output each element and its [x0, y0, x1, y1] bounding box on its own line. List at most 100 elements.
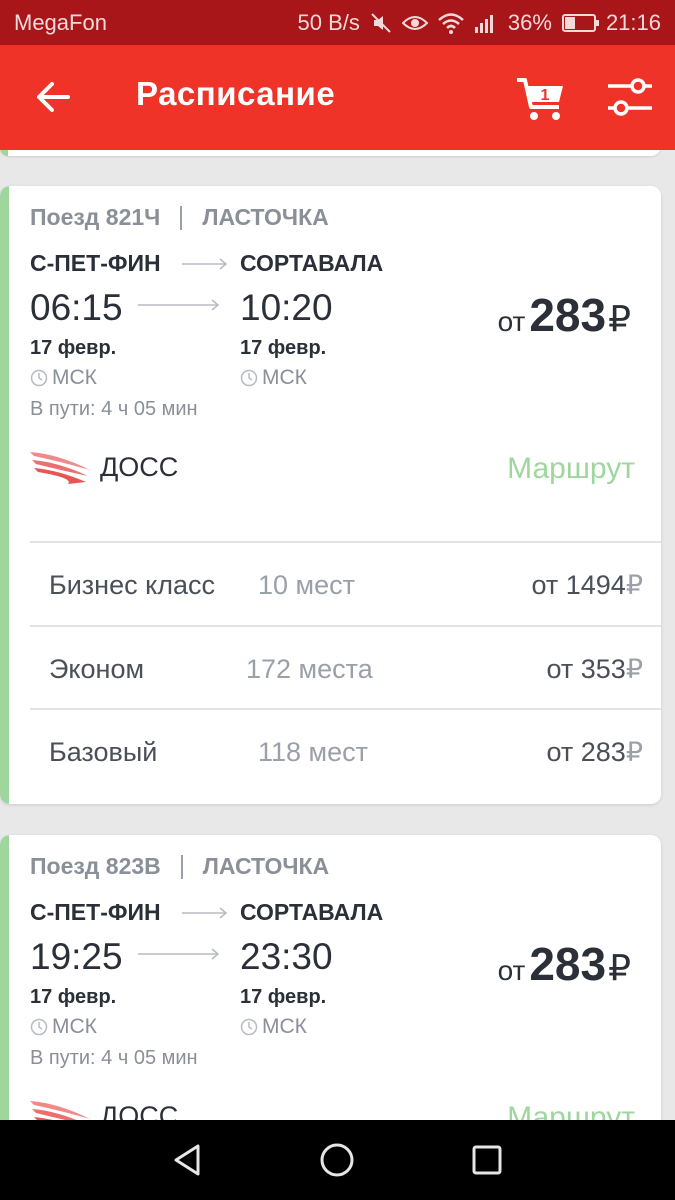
carrier-name: ДОСС — [100, 452, 179, 482]
arrival-station: СОРТАВАЛА — [240, 899, 384, 925]
train-type: ЛАСТОЧКА — [202, 204, 329, 230]
sliders-icon — [608, 78, 652, 116]
class-name: Эконом — [49, 654, 145, 684]
travel-duration: В пути: 4 ч 05 мин — [30, 398, 198, 420]
class-seats: 118 мест — [258, 737, 368, 767]
departure-date: 17 февр. — [30, 337, 117, 359]
clock-icon — [30, 1018, 48, 1036]
class-price: от 283₽ — [546, 737, 643, 768]
card-accent — [0, 186, 9, 804]
cart-icon: 1 — [517, 78, 563, 120]
clock-icon — [240, 369, 258, 387]
app-toolbar: Расписание 1 — [0, 45, 675, 150]
currency-symbol: ₽ — [625, 570, 643, 600]
arrival-date: 17 февр. — [240, 337, 327, 359]
price-value: 283 — [529, 938, 607, 990]
class-price-value: от 1494 — [531, 570, 626, 600]
min-price: от 283 ₽ — [498, 937, 631, 991]
train-card[interactable]: Поезд 821Ч ЛАСТОЧКА С-ПЕТ-ФИН СОРТАВАЛА … — [0, 186, 661, 804]
class-row-basic[interactable]: Базовый 118 мест от 283₽ — [30, 710, 661, 792]
departure-station: С-ПЕТ-ФИН — [30, 250, 161, 276]
currency-symbol: ₽ — [625, 654, 643, 684]
arrival-date: 17 февр. — [240, 986, 327, 1008]
train-type: ЛАСТОЧКА — [202, 853, 330, 879]
departure-date: 17 февр. — [30, 986, 117, 1008]
eye-icon — [401, 13, 428, 33]
arrival-station: СОРТАВАЛА — [240, 250, 384, 276]
wifi-icon — [438, 12, 464, 34]
arrow-right-icon — [138, 948, 220, 960]
arrow-right-icon — [182, 907, 228, 919]
battery-fill — [564, 16, 575, 29]
square-recent-icon[interactable] — [467, 1140, 507, 1180]
departure-timezone: МСК — [30, 366, 97, 390]
network-speed: 50 B/s — [297, 9, 360, 35]
travel-duration: В пути: 4 ч 05 мин — [30, 1047, 198, 1069]
train-header: Поезд 821Ч ЛАСТОЧКА — [30, 204, 329, 231]
status-icons: 50 B/s 36% 21:16 — [298, 10, 661, 36]
arrival-timezone: МСК — [240, 1015, 307, 1039]
header-separator — [180, 205, 183, 230]
train-header: Поезд 823В ЛАСТОЧКА — [30, 853, 329, 880]
system-nav-bar — [0, 1120, 675, 1200]
class-seats: 172 места — [246, 654, 373, 684]
schedule-list[interactable]: Поезд 821Ч ЛАСТОЧКА С-ПЕТ-ФИН СОРТАВАЛА … — [0, 150, 675, 1120]
departure-station: С-ПЕТ-ФИН — [30, 899, 161, 925]
train-card[interactable]: Поезд 823В ЛАСТОЧКА С-ПЕТ-ФИН СОРТАВАЛА … — [0, 835, 661, 1120]
timezone-label: МСК — [262, 1015, 307, 1038]
class-price: от 1494₽ — [531, 570, 643, 601]
page-title: Расписание — [136, 75, 336, 112]
cart-button[interactable]: 1 — [515, 75, 567, 123]
class-price-value: от 283 — [546, 737, 626, 767]
price-value: 283 — [529, 289, 607, 341]
battery-percent: 36% — [507, 9, 552, 35]
class-row-business[interactable]: Бизнес класс 10 мест от 1494₽ — [30, 543, 661, 625]
circle-home-icon[interactable] — [317, 1140, 357, 1180]
currency-symbol: ₽ — [608, 947, 631, 988]
class-name: Базовый — [49, 737, 158, 767]
currency-symbol: ₽ — [608, 298, 631, 339]
filter-button[interactable] — [606, 77, 654, 119]
class-price: от 353₽ — [546, 654, 643, 685]
price-prefix: от — [497, 955, 526, 986]
price-prefix: от — [497, 306, 526, 337]
currency-symbol: ₽ — [625, 737, 643, 767]
timezone-label: МСК — [262, 366, 307, 389]
carrier-name: MegaFon — [14, 9, 107, 35]
departure-time: 06:15 — [30, 287, 123, 328]
back-button[interactable] — [32, 75, 76, 119]
triangle-back-icon[interactable] — [168, 1140, 208, 1180]
timezone-label: МСК — [52, 1015, 97, 1038]
card-accent — [0, 835, 9, 1120]
arrow-right-icon — [182, 258, 228, 270]
carrier-logo-icon — [30, 452, 90, 484]
cart-count: 1 — [541, 87, 550, 104]
arrival-time: 10:20 — [240, 287, 333, 328]
mute-icon — [370, 12, 392, 34]
departure-time: 19:25 — [30, 936, 123, 977]
arrow-left-icon — [37, 82, 70, 112]
min-price: от 283 ₽ — [498, 288, 631, 342]
train-number: Поезд 823В — [30, 853, 161, 879]
class-price-value: от 353 — [546, 654, 626, 684]
status-bar: MegaFon 50 B/s 36% 21:16 — [0, 0, 675, 45]
class-row-economy[interactable]: Эконом 172 места от 353₽ — [30, 627, 661, 709]
clock-time: 21:16 — [605, 9, 661, 35]
train-number: Поезд 821Ч — [30, 204, 161, 230]
arrival-time: 23:30 — [240, 936, 333, 977]
header-separator — [180, 854, 183, 879]
clock-icon — [240, 1018, 258, 1036]
clock-icon — [30, 369, 48, 387]
signal-icon — [474, 13, 498, 33]
departure-timezone: МСК — [30, 1015, 97, 1039]
route-link[interactable]: Маршрут — [507, 452, 635, 486]
class-seats: 10 мест — [258, 570, 355, 600]
class-name: Бизнес класс — [49, 570, 215, 600]
carrier-name: ДОСС — [100, 1101, 179, 1120]
battery-icon — [561, 13, 599, 32]
arrival-timezone: МСК — [240, 366, 307, 390]
carrier-logo-icon — [30, 1101, 90, 1120]
route-link[interactable]: Маршрут — [507, 1101, 635, 1120]
timezone-label: МСК — [52, 366, 97, 389]
previous-card-edge — [0, 150, 661, 156]
